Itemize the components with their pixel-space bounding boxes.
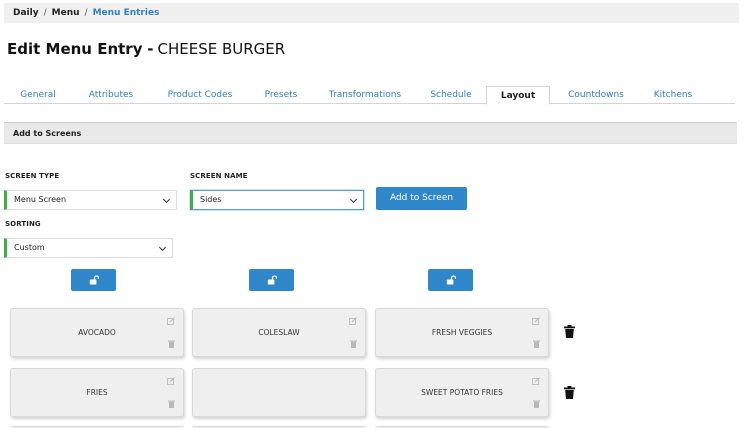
unlock-icon bbox=[267, 275, 277, 285]
tab-general[interactable]: General bbox=[18, 86, 58, 104]
menu-item-card-sweet-potato-fries[interactable]: SWEET POTATO FRIES bbox=[375, 368, 549, 417]
page-title: Edit Menu Entry - CHEESE BURGER bbox=[7, 40, 285, 58]
breadcrumb-separator: / bbox=[43, 8, 47, 18]
card-label: SWEET POTATO FRIES bbox=[421, 388, 503, 397]
trash-icon[interactable] bbox=[533, 340, 540, 348]
screen-type-label: SCREEN TYPE bbox=[5, 172, 60, 180]
screen-name-value: Sides bbox=[200, 195, 222, 204]
empty-slot-card[interactable] bbox=[192, 368, 366, 417]
tab-presets[interactable]: Presets bbox=[260, 86, 302, 104]
page-title-dash: - bbox=[147, 40, 154, 58]
chevron-down-icon bbox=[162, 195, 171, 204]
chevron-down-icon bbox=[349, 195, 358, 204]
card-label bbox=[193, 369, 365, 418]
breadcrumb-separator: / bbox=[84, 8, 88, 18]
trash-icon[interactable] bbox=[533, 400, 540, 408]
trash-icon[interactable] bbox=[168, 400, 175, 408]
breadcrumb-menu[interactable]: Menu bbox=[52, 8, 80, 18]
trash-icon[interactable] bbox=[350, 340, 357, 348]
page-title-prefix: Edit Menu Entry bbox=[7, 40, 143, 58]
tab-attributes[interactable]: Attributes bbox=[86, 86, 136, 104]
screen-type-value: Menu Screen bbox=[14, 195, 67, 204]
tab-transformations[interactable]: Transformations bbox=[326, 86, 404, 104]
trash-icon[interactable] bbox=[564, 325, 575, 338]
card-label: AVOCADO bbox=[78, 328, 116, 337]
edit-icon[interactable] bbox=[167, 377, 175, 385]
tab-layout[interactable]: Layout bbox=[486, 86, 550, 105]
tab-bar: General Attributes Product Codes Presets… bbox=[4, 86, 735, 105]
unlock-icon bbox=[89, 275, 99, 285]
chevron-down-icon bbox=[158, 243, 167, 252]
breadcrumb-menu-entries[interactable]: Menu Entries bbox=[93, 8, 160, 18]
screen-type-select[interactable]: Menu Screen bbox=[4, 190, 177, 210]
column-1-lock-button[interactable] bbox=[71, 269, 116, 291]
column-3-lock-button[interactable] bbox=[428, 269, 473, 291]
sorting-label: SORTING bbox=[5, 220, 41, 228]
sorting-select[interactable]: Custom bbox=[4, 238, 173, 258]
card-label: COLESLAW bbox=[258, 328, 300, 337]
edit-icon[interactable] bbox=[167, 317, 175, 325]
menu-item-card-coleslaw[interactable]: COLESLAW bbox=[192, 308, 366, 357]
edit-icon[interactable] bbox=[532, 377, 540, 385]
trash-icon[interactable] bbox=[168, 340, 175, 348]
page-title-entry-name: CHEESE BURGER bbox=[157, 40, 286, 58]
tab-product-codes[interactable]: Product Codes bbox=[164, 86, 236, 104]
section-header: Add to Screens bbox=[4, 122, 737, 144]
add-to-screen-button[interactable]: Add to Screen bbox=[376, 187, 467, 210]
tab-countdowns[interactable]: Countdowns bbox=[566, 86, 626, 104]
unlock-icon bbox=[446, 275, 456, 285]
menu-item-card-fries[interactable]: FRIES bbox=[10, 368, 184, 417]
menu-item-card-fresh-veggies[interactable]: FRESH VEGGIES bbox=[375, 308, 549, 357]
column-2-lock-button[interactable] bbox=[249, 269, 294, 291]
edit-icon[interactable] bbox=[532, 317, 540, 325]
tab-schedule[interactable]: Schedule bbox=[426, 86, 476, 104]
tab-kitchens[interactable]: Kitchens bbox=[652, 86, 694, 104]
sorting-value: Custom bbox=[14, 243, 45, 252]
breadcrumb-daily[interactable]: Daily bbox=[13, 8, 39, 18]
card-label: FRESH VEGGIES bbox=[431, 328, 493, 337]
screen-name-label: SCREEN NAME bbox=[190, 172, 248, 180]
menu-item-card-avocado[interactable]: AVOCADO bbox=[10, 308, 184, 357]
screen-name-select[interactable]: Sides bbox=[190, 190, 364, 210]
card-label: FRIES bbox=[86, 388, 108, 397]
trash-icon[interactable] bbox=[564, 386, 575, 399]
edit-icon[interactable] bbox=[349, 317, 357, 325]
breadcrumb: Daily / Menu / Menu Entries bbox=[4, 3, 739, 23]
